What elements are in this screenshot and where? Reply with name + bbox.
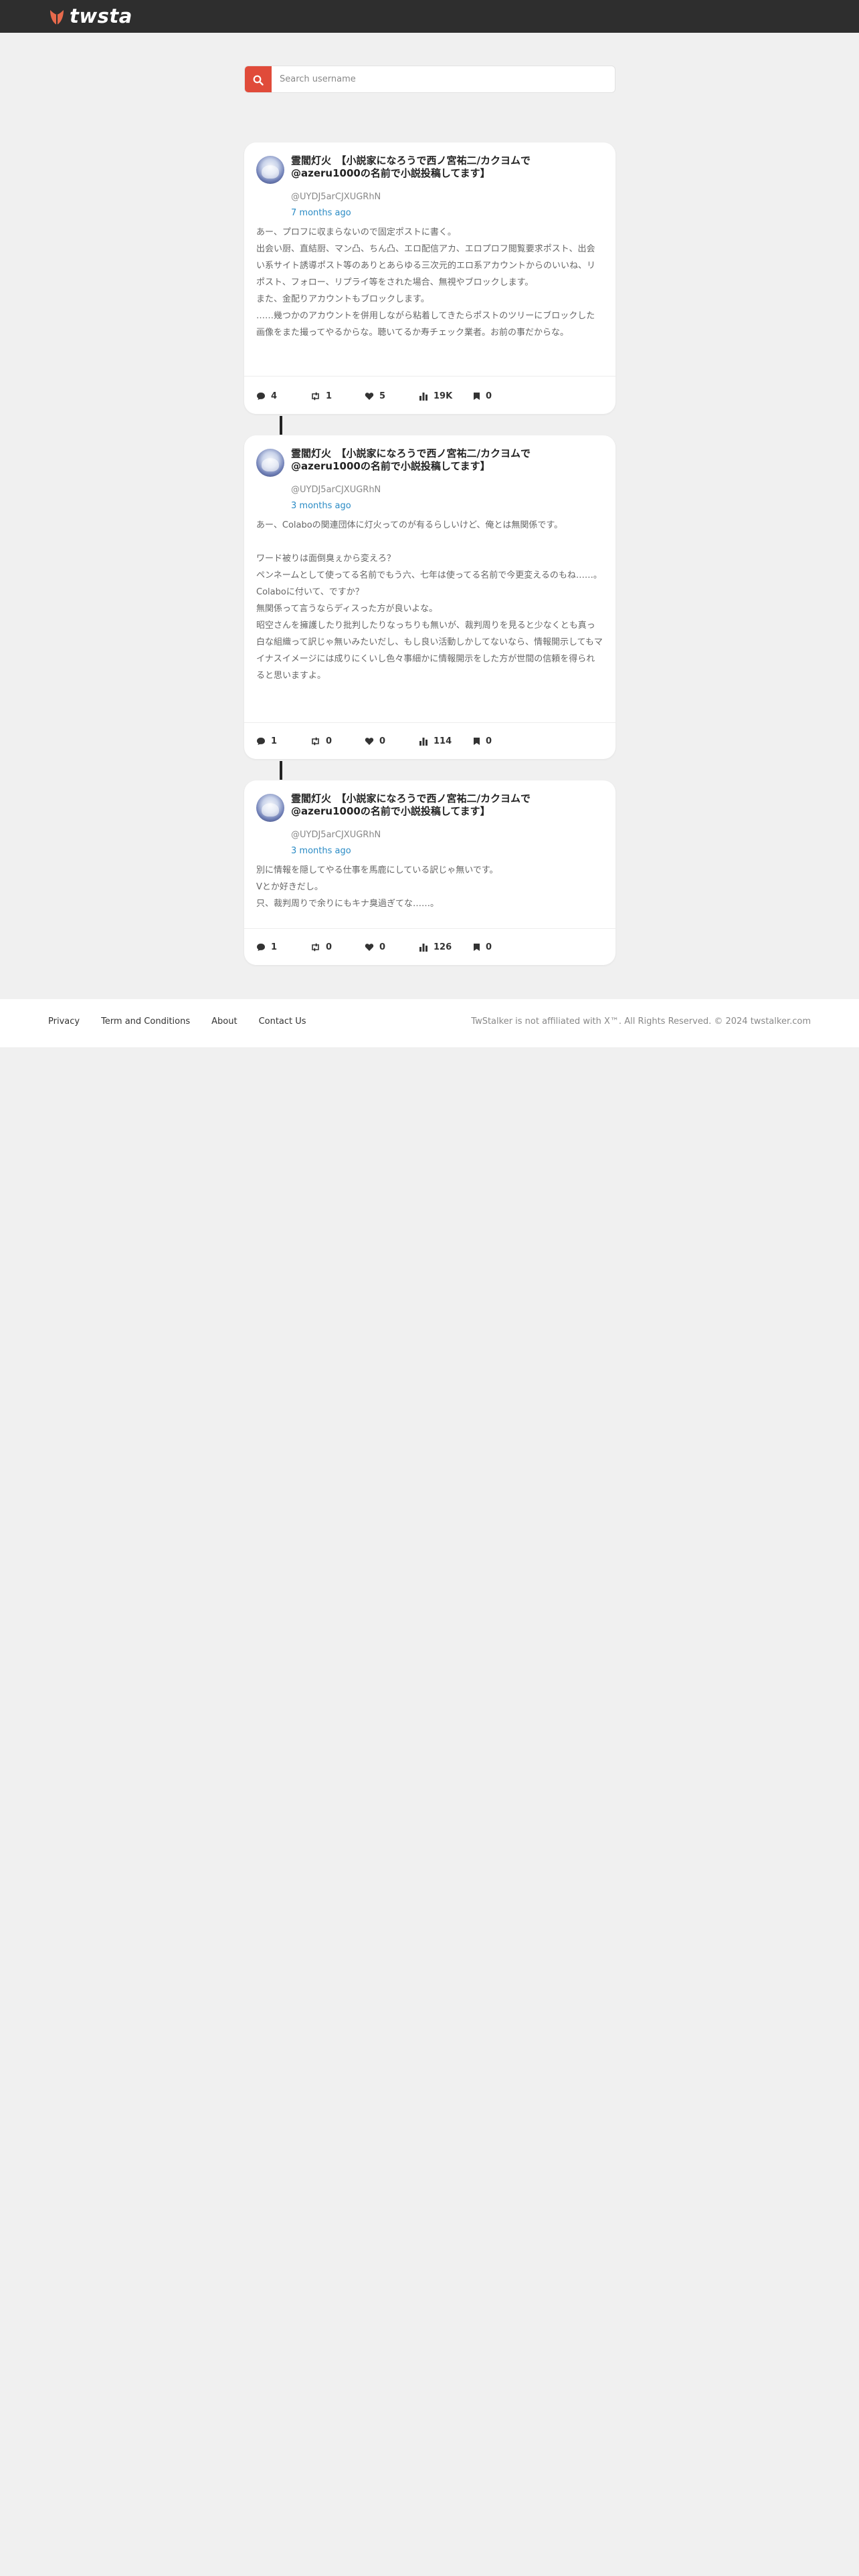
comment-icon [257,392,265,400]
author-name[interactable]: 霊閻灯火 【小説家になろうで西ノ宮祐二/カクヨムで@azeru1000の名前で小… [291,792,585,818]
retweet-count: 0 [326,736,332,746]
views-stat: 114 [419,736,473,746]
divider [244,722,615,723]
reply-stat[interactable]: 1 [256,942,310,952]
footer-link-contact[interactable]: Contact Us [259,1016,306,1027]
bookmark-icon [474,943,480,951]
retweet-count: 0 [326,942,332,952]
bookmark-stat[interactable]: 0 [473,391,527,401]
views-count: 114 [434,736,452,746]
tweet-time[interactable]: 3 months ago [291,846,351,856]
reply-stat[interactable]: 4 [256,391,310,401]
bookmark-icon [474,392,480,400]
retweet-icon [312,942,319,952]
tweet-stats: 1 0 0 114 0 [256,734,527,748]
like-stat[interactable]: 0 [365,942,419,952]
retweet-icon [312,391,319,401]
heart-icon [365,392,374,400]
bookmark-count: 0 [486,942,492,952]
retweet-stat[interactable]: 1 [310,391,365,401]
retweet-icon [312,736,319,746]
thread-connector [280,416,282,435]
footer-links: Privacy Term and Conditions About Contac… [48,1016,328,1027]
like-stat[interactable]: 0 [365,736,419,746]
views-stat: 126 [419,942,473,952]
views-count: 19K [434,391,453,401]
author-name[interactable]: 霊閻灯火 【小説家になろうで西ノ宮祐二/カクヨムで@azeru1000の名前で小… [291,447,585,473]
tweet-card: 霊閻灯火 【小説家になろうで西ノ宮祐二/カクヨムで@azeru1000の名前で小… [244,142,615,414]
like-count: 0 [379,942,386,952]
search-icon [253,75,264,86]
like-stat[interactable]: 5 [365,391,419,401]
avatar[interactable] [256,794,284,822]
avatar[interactable] [256,156,284,184]
retweet-count: 1 [326,391,332,401]
bookmark-icon [474,737,480,745]
tweet-stats: 4 1 5 19K 0 [256,389,527,403]
author-name[interactable]: 霊閻灯火 【小説家になろうで西ノ宮祐二/カクヨムで@azeru1000の名前で小… [291,154,585,180]
search-bar [244,66,615,93]
bar-chart-icon [419,943,427,952]
views-count: 126 [434,942,452,952]
search-input[interactable] [272,66,615,92]
author-handle[interactable]: @UYDJ5arCJXUGRhN [291,192,381,202]
tweet-card: 霊閻灯火 【小説家になろうで西ノ宮祐二/カクヨムで@azeru1000の名前で小… [244,435,615,759]
retweet-stat[interactable]: 0 [310,942,365,952]
footer-link-about[interactable]: About [211,1016,237,1027]
bar-chart-icon [419,392,427,401]
brand-name: twstalker [70,5,132,27]
reply-count: 4 [271,391,278,401]
top-navbar: twstalker [0,0,859,33]
tweet-text: あー、Colaboの関連団体に灯火ってのが有るらしいけど、俺とは無関係です。 ワ… [256,520,603,681]
tweet-text: 別に情報を隠してやる仕事を馬鹿にしている訳じゃ無いです。 Vとか好きだし。 只、… [256,865,498,909]
like-count: 0 [379,736,386,746]
tweet-time[interactable]: 3 months ago [291,501,351,511]
reply-count: 1 [271,736,278,746]
author-handle[interactable]: @UYDJ5arCJXUGRhN [291,830,381,840]
comment-icon [257,737,265,745]
thread-connector [280,761,282,780]
tweet-card: 霊閻灯火 【小説家になろうで西ノ宮祐二/カクヨムで@azeru1000の名前で小… [244,780,615,965]
footer-link-terms[interactable]: Term and Conditions [101,1016,190,1027]
search-button[interactable] [245,66,272,92]
reply-count: 1 [271,942,278,952]
site-logo[interactable]: twstalker [48,4,132,28]
tweet-stats: 1 0 0 126 0 [256,940,527,954]
views-stat: 19K [419,391,473,401]
comment-icon [257,943,265,951]
divider [244,928,615,929]
avatar[interactable] [256,449,284,477]
tweet-time[interactable]: 7 months ago [291,208,351,218]
retweet-stat[interactable]: 0 [310,736,365,746]
reply-stat[interactable]: 1 [256,736,310,746]
copyright-text: TwStalker is not affiliated with X™. All… [471,1016,811,1027]
bookmark-count: 0 [486,736,492,746]
bookmark-stat[interactable]: 0 [473,942,527,952]
logo-icon [50,10,64,25]
footer-link-privacy[interactable]: Privacy [48,1016,80,1027]
heart-icon [365,737,374,745]
bookmark-count: 0 [486,391,492,401]
footer: Privacy Term and Conditions About Contac… [0,999,859,1047]
bookmark-stat[interactable]: 0 [473,736,527,746]
like-count: 5 [379,391,386,401]
bar-chart-icon [419,737,427,746]
author-handle[interactable]: @UYDJ5arCJXUGRhN [291,485,381,495]
divider [244,376,615,377]
heart-icon [365,943,374,951]
tweet-text: あー、プロフに収まらないので固定ポストに書く。 出会い厨、直結厨、マン凸、ちん凸… [256,227,596,338]
